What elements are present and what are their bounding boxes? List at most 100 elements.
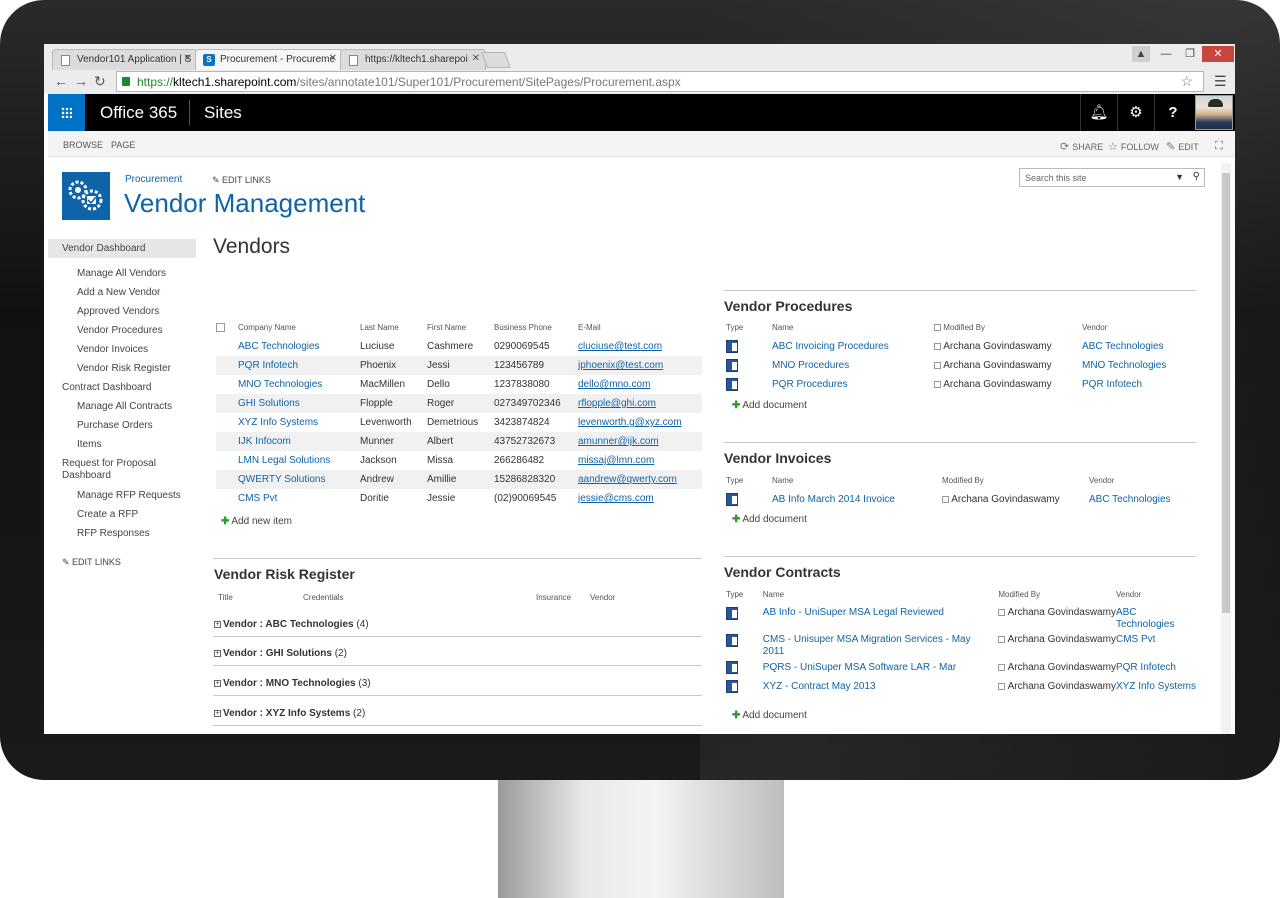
invoices-title[interactable]: Vendor Invoices [724, 450, 831, 466]
search-icon[interactable]: ⚲ [1193, 171, 1200, 182]
app-launcher-button[interactable] [48, 94, 85, 131]
add-document-link[interactable]: ✚ Add document [732, 710, 807, 721]
company-link[interactable]: IJK Infocom [238, 432, 360, 451]
row-checkbox[interactable] [998, 608, 1006, 616]
column-header[interactable]: Credentials [303, 593, 343, 602]
back-arrow-icon[interactable]: ← [54, 73, 68, 89]
document-link[interactable]: ABC Invoicing Procedures [772, 337, 934, 356]
group-header[interactable]: + Vendor : XYZ Info Systems (2) [214, 708, 365, 719]
avatar[interactable] [1195, 95, 1233, 130]
nav-manage-rfp-requests[interactable]: Manage RFP Requests [48, 486, 196, 505]
column-header[interactable]: Insurance [536, 593, 571, 602]
add-new-item-link[interactable]: ✚ Add new item [221, 516, 292, 527]
gear-icon[interactable]: ⚙ [1117, 94, 1154, 131]
select-all-checkbox[interactable] [216, 318, 238, 337]
email-link[interactable]: dello@mno.com [578, 375, 702, 394]
company-link[interactable]: CMS Pvt [238, 489, 360, 508]
nav-vendor-dashboard[interactable]: Vendor Dashboard [48, 239, 196, 258]
company-link[interactable]: MNO Technologies [238, 375, 360, 394]
column-header[interactable]: Vendor [1089, 471, 1196, 490]
site-breadcrumb[interactable]: Procurement [125, 174, 182, 185]
column-header[interactable]: Vendor [1082, 318, 1196, 337]
nav-contract-dashboard[interactable]: Contract Dashboard [48, 378, 196, 397]
tab-page[interactable]: PAGE [111, 140, 135, 150]
document-link[interactable]: PQRS - UniSuper MSA Software LAR - Mar [763, 658, 999, 677]
url-field[interactable]: https://kltech1.sharepoint.com/sites/ann… [116, 71, 1204, 92]
table-row[interactable]: MNO Procedures Archana Govindaswamy MNO T… [726, 356, 1196, 375]
table-row[interactable]: CMS Pvt Doritie Jessie (02)90069545 jessie@c… [216, 489, 702, 508]
edit-button[interactable]: ✎ EDIT [1166, 140, 1199, 153]
tab-browse[interactable]: BROWSE [63, 140, 103, 150]
company-link[interactable]: ABC Technologies [238, 337, 360, 356]
vendor-link[interactable]: ABC Technologies [1082, 337, 1196, 356]
site-logo[interactable] [62, 172, 110, 220]
nav-manage-all-contracts[interactable]: Manage All Contracts [48, 397, 196, 416]
nav-add-new-vendor[interactable]: Add a New Vendor [48, 283, 196, 302]
vendor-link[interactable]: MNO Technologies [1082, 356, 1196, 375]
row-checkbox[interactable] [998, 635, 1006, 643]
email-link[interactable]: jessie@cms.com [578, 489, 702, 508]
close-tab-icon[interactable]: ✕ [184, 53, 192, 64]
forward-arrow-icon[interactable]: → [74, 73, 88, 89]
bell-icon[interactable]: 🔔︎ [1080, 94, 1117, 131]
nav-vendor-invoices[interactable]: Vendor Invoices [48, 340, 196, 359]
column-header[interactable]: E-Mail [578, 318, 702, 337]
edit-links-nav[interactable]: ✎ EDIT LINKS [48, 543, 196, 568]
group-header[interactable]: + Vendor : ABC Technologies (4) [214, 619, 369, 630]
scrollbar[interactable] [1221, 163, 1231, 734]
column-header[interactable]: Title [218, 593, 233, 602]
window-close-button[interactable]: ✕ [1202, 46, 1234, 62]
column-header[interactable]: Modified By [998, 585, 1116, 604]
vendor-link[interactable]: PQR Infotech [1116, 658, 1196, 677]
table-row[interactable]: LMN Legal Solutions Jackson Missa 266286482… [216, 451, 702, 470]
table-row[interactable]: ABC Technologies Luciuse Cashmere 029006954… [216, 337, 702, 356]
vendor-link[interactable]: PQR Infotech [1082, 375, 1196, 394]
document-link[interactable]: XYZ - Contract May 2013 [763, 677, 999, 696]
edit-links-top[interactable]: ✎ EDIT LINKS [212, 175, 271, 186]
table-row[interactable]: QWERTY Solutions Andrew Amillie 15286828320… [216, 470, 702, 489]
row-checkbox[interactable] [998, 663, 1006, 671]
column-header[interactable]: Last Name [360, 318, 427, 337]
chevron-down-icon[interactable]: ▼ [1175, 172, 1184, 182]
row-checkbox[interactable] [934, 342, 941, 350]
company-link[interactable]: GHI Solutions [238, 394, 360, 413]
close-tab-icon[interactable]: ✕ [329, 53, 337, 64]
document-link[interactable]: PQR Procedures [772, 375, 934, 394]
table-row[interactable]: PQRS - UniSuper MSA Software LAR - Mar A… [726, 658, 1196, 677]
row-checkbox[interactable] [942, 495, 949, 503]
scrollbar-thumb[interactable] [1222, 173, 1230, 613]
expand-icon[interactable]: + [214, 620, 221, 628]
column-header[interactable]: Type [726, 318, 772, 337]
column-header[interactable]: Name [763, 585, 999, 604]
suite-app-title[interactable]: Sites [204, 103, 242, 123]
company-link[interactable]: QWERTY Solutions [238, 470, 360, 489]
vendors-title[interactable]: Vendors [213, 235, 290, 259]
follow-button[interactable]: ☆ FOLLOW [1108, 140, 1159, 153]
table-row[interactable]: AB Info - UniSuper MSA Legal Reviewed Ar… [726, 604, 1196, 631]
table-row[interactable]: CMS - Unisuper MSA Migration Services - … [726, 631, 1196, 658]
contracts-title[interactable]: Vendor Contracts [724, 564, 841, 580]
suite-brand[interactable]: Office 365 [100, 103, 177, 123]
document-link[interactable]: MNO Procedures [772, 356, 934, 375]
row-checkbox[interactable] [934, 361, 941, 369]
select-checkbox[interactable] [934, 324, 941, 332]
column-header[interactable]: Vendor [1116, 585, 1196, 604]
email-link[interactable]: aandrew@qwerty.com [578, 470, 702, 489]
table-row[interactable]: GHI Solutions Flopple Roger 027349702346 rfl… [216, 394, 702, 413]
document-link[interactable]: AB Info March 2014 Invoice [772, 490, 942, 509]
expand-icon[interactable]: + [214, 709, 221, 717]
table-row[interactable]: MNO Technologies MacMillen Dello 1237838080… [216, 375, 702, 394]
table-row[interactable]: IJK Infocom Munner Albert 43752732673 amunne… [216, 432, 702, 451]
email-link[interactable]: cluciuse@test.com [578, 337, 702, 356]
help-icon[interactable]: ? [1154, 94, 1191, 131]
group-header[interactable]: + Vendor : MNO Technologies (3) [214, 678, 371, 689]
browser-tab-3[interactable]: https://kltech1.sharepoi ✕ [340, 49, 486, 70]
table-row[interactable]: PQR Infotech Phoenix Jessi 123456789 jphoeni… [216, 356, 702, 375]
company-link[interactable]: XYZ Info Systems [238, 413, 360, 432]
nav-create-rfp[interactable]: Create a RFP [48, 505, 196, 524]
nav-vendor-risk-register[interactable]: Vendor Risk Register [48, 359, 196, 378]
table-row[interactable]: XYZ - Contract May 2013 Archana Govindas… [726, 677, 1196, 696]
email-link[interactable]: missaj@lmn.com [578, 451, 702, 470]
nav-vendor-procedures[interactable]: Vendor Procedures [48, 321, 196, 340]
vendor-link[interactable]: XYZ Info Systems [1116, 677, 1196, 696]
